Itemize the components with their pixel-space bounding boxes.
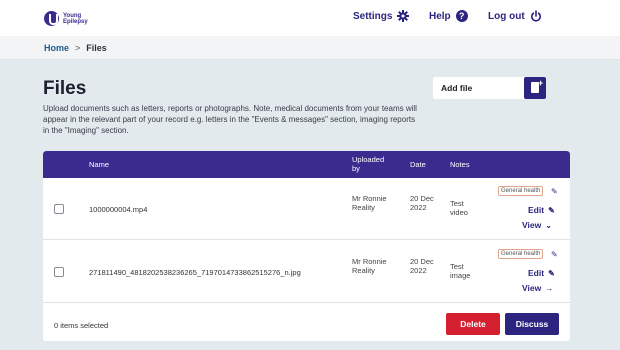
settings-link[interactable]: Settings [353,10,410,22]
breadcrumb-home-link[interactable]: Home [44,43,69,53]
row-select-checkbox[interactable] [54,267,64,277]
file-notes: Test video [450,199,468,217]
logo-icon [44,11,59,26]
edit-tag-pencil-icon[interactable]: ✎ [551,187,558,196]
pencil-icon: ✎ [548,205,555,215]
edit-button[interactable]: Edit ✎ [528,268,555,278]
edit-tag-pencil-icon[interactable]: ✎ [551,250,558,259]
files-table: Name Uploaded by Date Notes 1000000004.m… [43,151,570,341]
edit-label: Edit [528,205,545,215]
discuss-button[interactable]: Discuss [505,313,559,335]
uploaded-by: Mr Ronnie Reality [352,194,387,212]
category-tag: General health [498,249,544,259]
gear-icon [397,10,410,22]
table-footer: 0 items selected Delete Discuss [43,304,570,341]
pencil-icon: ✎ [548,268,555,278]
add-file-label: Add file [441,83,473,93]
table-header: Name Uploaded by Date Notes [43,151,570,178]
breadcrumb-current: Files [86,43,107,53]
view-button[interactable]: View → [522,283,553,293]
logout-link[interactable]: Log out [488,10,542,22]
settings-label: Settings [353,10,393,22]
file-name: 271811490_481820253823626​5_719701473386… [89,268,301,277]
view-button[interactable]: View ⌄ [522,220,552,230]
power-icon [530,10,542,22]
arrow-right-icon: → [545,283,554,293]
table-row: 271811490_481820253823626​5_719701473386… [43,241,570,303]
breadcrumb: Home > Files [44,43,107,53]
chevron-right-icon: > [75,43,81,53]
view-label: View [522,220,542,230]
breadcrumb-bar: Home > Files [0,36,620,60]
page-title: Files [43,78,87,99]
column-header-notes: Notes [450,160,470,169]
selected-count: 0 items selected [54,321,109,330]
edit-label: Edit [528,268,545,278]
logo-text: Young Epilepsy [63,12,88,25]
logout-label: Log out [488,10,525,22]
add-document-icon[interactable]: + [524,77,546,99]
question-circle-icon: ? [455,10,468,22]
upload-date: 20 Dec 2022 [410,257,434,275]
file-notes: Test image [450,262,471,280]
view-label: View [522,283,542,293]
young-epilepsy-logo[interactable]: Young Epilepsy [44,11,89,26]
edit-button[interactable]: Edit ✎ [528,205,555,215]
uploaded-by: Mr Ronnie Reality [352,257,387,275]
top-navigation-bar: Young Epilepsy Settings Help ? Log out [0,0,620,36]
category-tag: General health [498,186,544,196]
row-select-checkbox[interactable] [54,204,64,214]
help-link[interactable]: Help ? [429,10,468,22]
page-intro-text: Upload documents such as letters, report… [43,104,417,135]
help-label: Help [429,10,451,22]
upload-date: 20 Dec 2022 [410,194,434,212]
add-file-button[interactable]: Add file + [433,77,546,99]
column-header-uploaded-by: Uploaded by [352,155,385,173]
column-header-date: Date [410,160,426,169]
table-row: 1000000004.mp4 Mr Ronnie Reality 20 Dec … [43,178,570,240]
chevron-down-icon: ⌄ [545,220,552,230]
file-name: 1000000004.mp4 [89,205,148,214]
delete-button[interactable]: Delete [446,313,500,335]
column-header-name: Name [89,160,110,169]
